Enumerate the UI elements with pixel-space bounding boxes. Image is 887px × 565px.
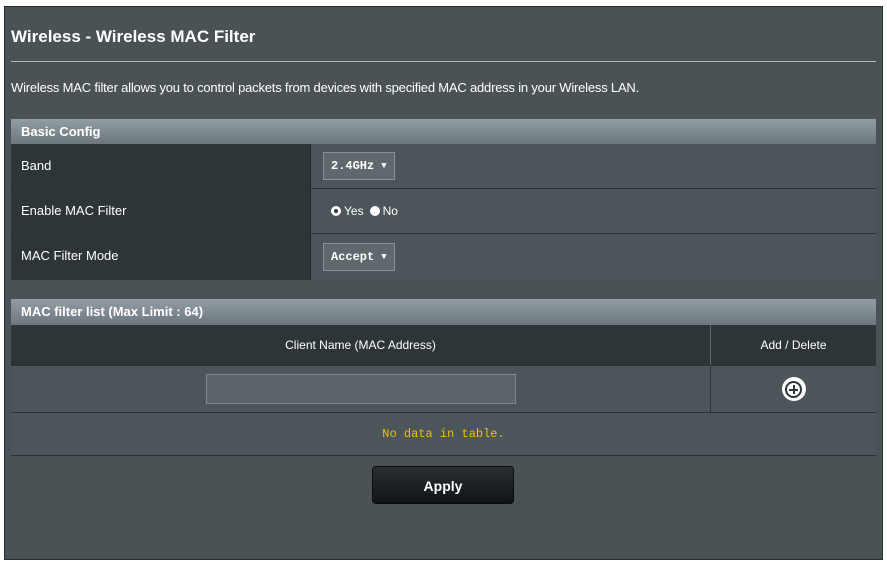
chevron-down-icon: ▼ <box>381 252 387 262</box>
enable-filter-radio-group: Yes No <box>323 204 404 218</box>
band-row: Band 2.4GHz ▼ <box>11 144 876 189</box>
filter-mode-select-value: Accept <box>331 250 375 264</box>
mac-input-row <box>11 365 876 413</box>
filter-mode-select[interactable]: Accept ▼ <box>323 243 395 271</box>
filter-mode-value-cell: Accept ▼ <box>311 234 876 280</box>
filter-mode-label: MAC Filter Mode <box>11 234 311 280</box>
apply-button[interactable]: Apply <box>372 466 514 504</box>
mac-list-header: MAC filter list (Max Limit : 64) <box>11 299 876 325</box>
mac-filter-panel: Wireless - Wireless MAC Filter Wireless … <box>4 6 883 560</box>
empty-table-message: No data in table. <box>11 413 876 456</box>
band-label: Band <box>11 144 311 188</box>
filter-mode-row: MAC Filter Mode Accept ▼ <box>11 234 876 280</box>
radio-yes[interactable] <box>331 206 341 216</box>
basic-config-header: Basic Config <box>11 119 876 144</box>
column-client-name: Client Name (MAC Address) <box>11 325 711 365</box>
radio-no[interactable] <box>369 206 380 216</box>
chevron-down-icon: ▼ <box>381 161 387 171</box>
enable-filter-label: Enable MAC Filter <box>11 189 311 233</box>
mac-input-cell <box>11 366 711 412</box>
radio-yes-label[interactable]: Yes <box>344 204 364 218</box>
page-description: Wireless MAC filter allows you to contro… <box>11 80 640 95</box>
enable-filter-value-cell: Yes No <box>311 189 876 233</box>
band-select[interactable]: 2.4GHz ▼ <box>323 152 395 180</box>
page-title: Wireless - Wireless MAC Filter <box>11 27 256 46</box>
band-select-value: 2.4GHz <box>331 159 375 173</box>
plus-circle-icon <box>785 380 802 398</box>
band-value-cell: 2.4GHz ▼ <box>311 144 876 188</box>
enable-filter-row: Enable MAC Filter Yes No <box>11 189 876 234</box>
column-add-delete: Add / Delete <box>760 338 827 352</box>
radio-no-label[interactable]: No <box>383 204 398 218</box>
add-cell <box>711 366 876 412</box>
mac-address-input[interactable] <box>205 374 516 404</box>
mac-list-column-headers: Client Name (MAC Address) Add / Delete <box>11 325 876 365</box>
add-button[interactable] <box>781 377 806 401</box>
title-divider <box>11 61 876 62</box>
